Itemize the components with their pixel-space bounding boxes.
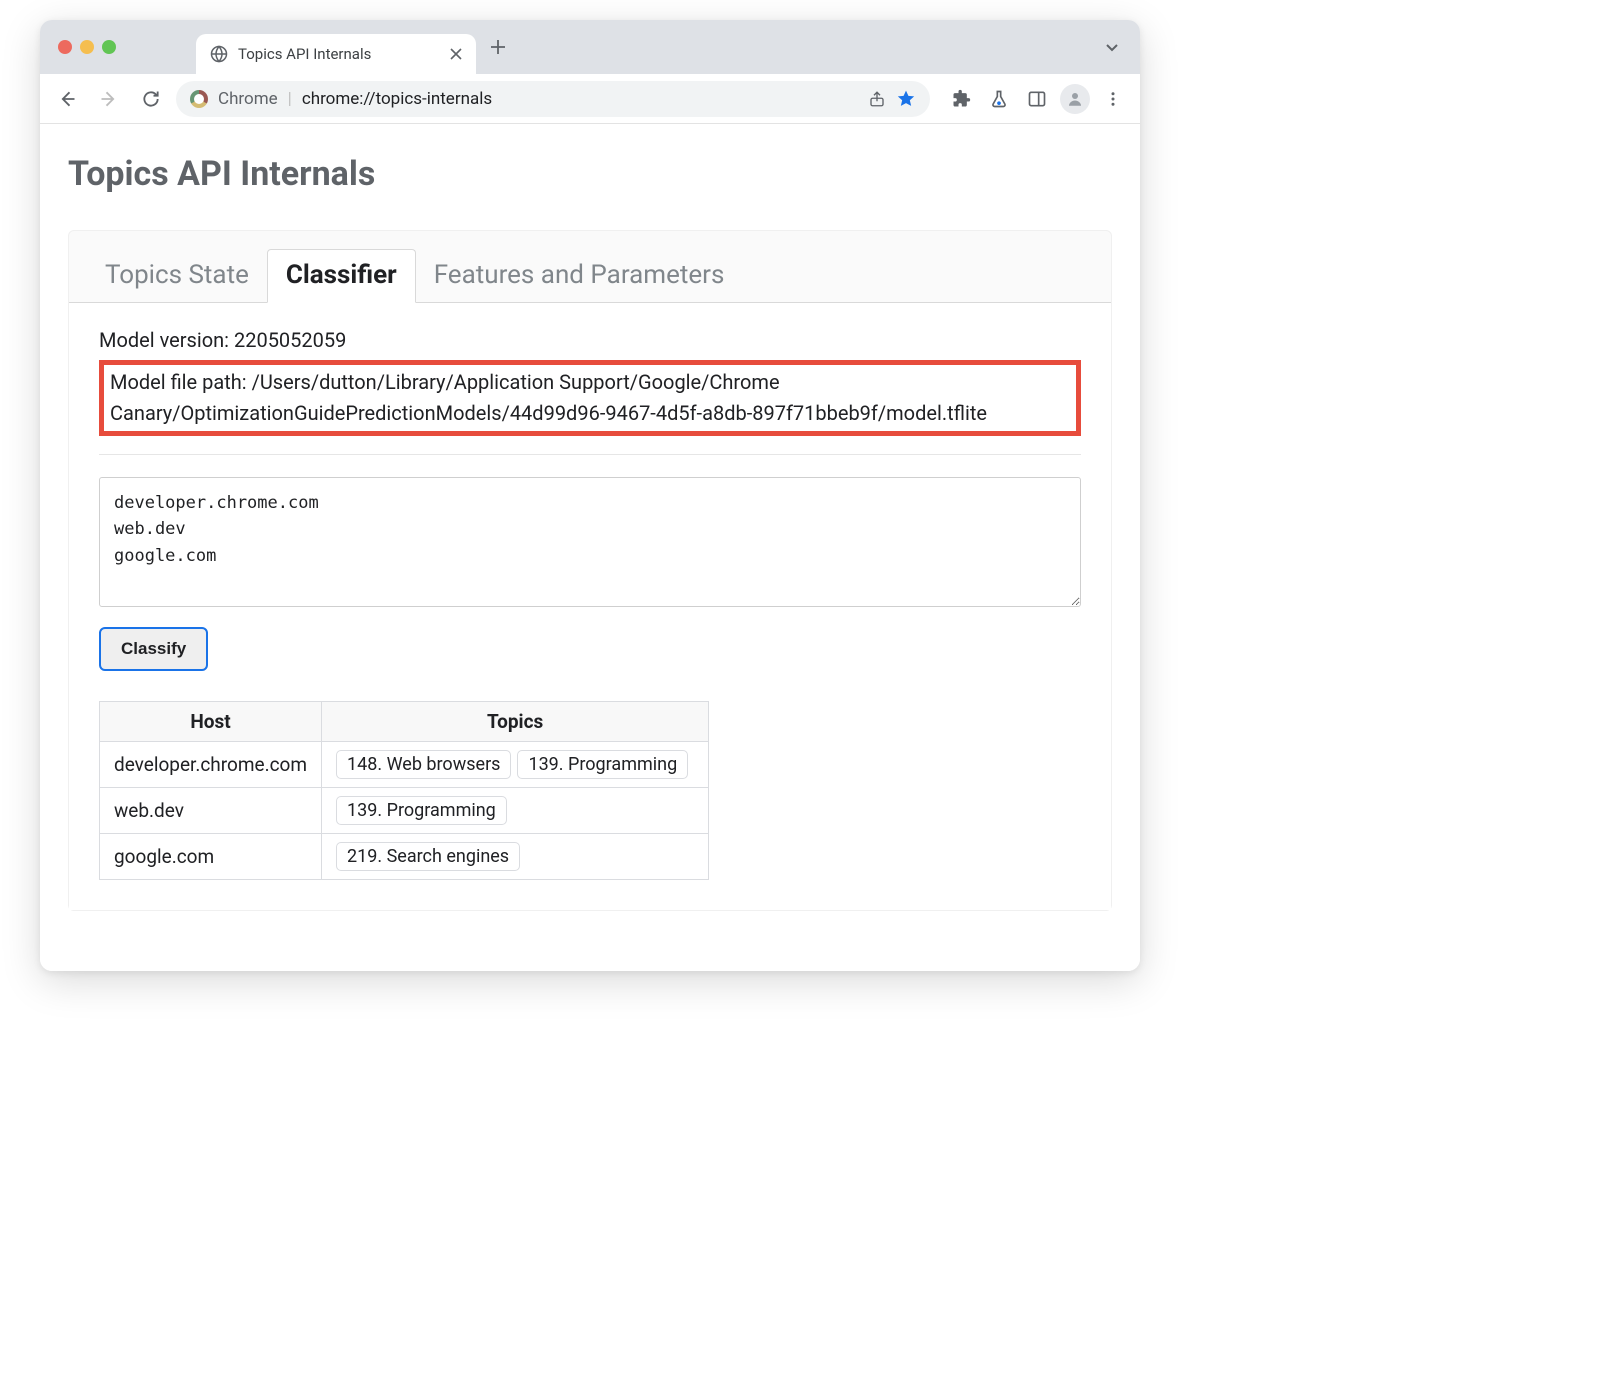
back-button[interactable] [50,82,84,116]
host-cell: google.com [100,834,322,880]
close-window-button[interactable] [58,40,72,54]
model-path-label: Model file path: [110,370,247,394]
page-title: Topics API Internals [68,154,1112,194]
topics-cell: 148. Web browsers139. Programming [322,742,709,788]
side-panel-icon[interactable] [1020,82,1054,116]
page-content: Topics API Internals Topics State Classi… [40,124,1140,971]
col-header-host: Host [100,702,322,742]
toolbar: Chrome | chrome://topics-internals [40,74,1140,124]
model-version-value: 2205052059 [234,328,346,352]
topic-pill: 139. Programming [336,796,507,825]
titlebar: Topics API Internals [40,20,1140,74]
table-header-row: Host Topics [100,702,709,742]
browser-tab[interactable]: Topics API Internals [196,34,476,74]
table-row: web.dev 139. Programming [100,788,709,834]
omnibox-separator: | [288,89,292,109]
host-cell: web.dev [100,788,322,834]
topic-pill: 148. Web browsers [336,750,511,779]
topic-pill: 219. Search engines [336,842,520,871]
bookmark-star-icon[interactable] [896,89,916,109]
maximize-window-button[interactable] [102,40,116,54]
browser-window: Topics API Internals Chrome | chrome://t… [40,20,1140,971]
new-tab-button[interactable] [490,39,506,55]
tab-title: Topics API Internals [238,45,371,63]
omnibox-origin-label: Chrome [218,89,278,109]
minimize-window-button[interactable] [80,40,94,54]
model-version-label: Model version: [99,328,229,352]
topics-cell: 219. Search engines [322,834,709,880]
topic-pill: 139. Programming [517,750,688,779]
results-table: Host Topics developer.chrome.com148. Web… [99,701,709,880]
globe-icon [210,45,228,63]
tab-topics-state[interactable]: Topics State [87,250,267,302]
address-bar[interactable]: Chrome | chrome://topics-internals [176,81,930,117]
extensions-icon[interactable] [944,82,978,116]
content-tabs: Topics State Classifier Features and Par… [69,231,1111,303]
classifier-panel: Model version: 2205052059 Model file pat… [69,303,1111,910]
kebab-menu-icon[interactable] [1096,82,1130,116]
tab-features-parameters[interactable]: Features and Parameters [416,250,743,302]
table-row: google.com 219. Search engines [100,834,709,880]
labs-icon[interactable] [982,82,1016,116]
tabs-dropdown-button[interactable] [1104,39,1120,55]
hosts-textarea[interactable] [99,477,1081,607]
share-icon[interactable] [868,90,886,108]
model-version-row: Model version: 2205052059 [99,325,1081,356]
host-cell: developer.chrome.com [100,742,322,788]
omnibox-url: chrome://topics-internals [302,89,492,109]
main-panel: Topics State Classifier Features and Par… [68,230,1112,911]
reload-button[interactable] [134,82,168,116]
table-row: developer.chrome.com148. Web browsers139… [100,742,709,788]
divider [99,454,1081,455]
window-controls [58,40,116,54]
chrome-icon [190,90,208,108]
forward-button[interactable] [92,82,126,116]
classify-button[interactable]: Classify [99,627,208,671]
col-header-topics: Topics [322,702,709,742]
toolbar-actions [944,82,1130,116]
model-info: Model version: 2205052059 Model file pat… [99,325,1081,436]
model-path-highlight: Model file path: /Users/dutton/Library/A… [99,360,1081,436]
profile-avatar[interactable] [1058,82,1092,116]
tab-classifier[interactable]: Classifier [267,249,416,303]
close-tab-button[interactable] [450,48,462,60]
topics-cell: 139. Programming [322,788,709,834]
